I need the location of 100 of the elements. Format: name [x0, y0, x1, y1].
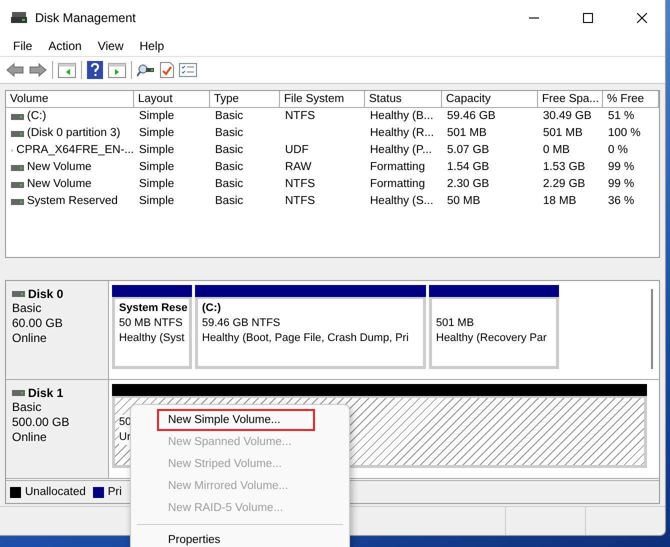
- table-cell-text: Simple: [138, 126, 176, 141]
- back-icon[interactable]: [6, 63, 24, 77]
- table-cell-text: Healthy (B...: [369, 109, 434, 124]
- table-cell-text: 2.30 GB: [446, 177, 490, 192]
- connect-icon[interactable]: [137, 63, 155, 77]
- disk-name: Disk 1: [28, 386, 64, 400]
- action-pane-icon[interactable]: [108, 62, 126, 78]
- menu-item[interactable]: View: [90, 39, 130, 53]
- table-cell-text: 51 %: [607, 109, 636, 124]
- table-cell-text: RAW: [284, 160, 312, 175]
- window-title: Disk Management: [35, 11, 137, 25]
- table-cell-text: 0 %: [607, 143, 629, 158]
- drive-icon: [11, 182, 24, 188]
- legend-label: Pri: [108, 486, 122, 498]
- table-cell-text: NTFS: [284, 177, 316, 192]
- column-header[interactable]: Volume: [6, 91, 134, 108]
- disk-name: Disk 0: [28, 287, 64, 301]
- table-cell-text: CPRA_X64FRE_EN-...: [16, 143, 134, 158]
- forward-icon[interactable]: [29, 63, 47, 77]
- maximize-icon[interactable]: [583, 13, 593, 23]
- drive-icon: [11, 12, 27, 24]
- properties-icon[interactable]: [179, 63, 197, 77]
- table-cell-text: 1.53 GB: [542, 160, 586, 175]
- column-header[interactable]: Type: [210, 91, 280, 108]
- partition-text: Ur: [119, 430, 131, 445]
- partition-text: 50 MB NTFS: [119, 316, 183, 331]
- menu-item[interactable]: Help: [132, 39, 172, 53]
- disk-type: Basic: [12, 301, 42, 316]
- scrollbar[interactable]: [651, 289, 653, 369]
- table-cell-text: 50 MB: [446, 194, 482, 209]
- table-cell-text: 100 %: [607, 126, 642, 141]
- table-cell-text: Basic: [214, 126, 244, 141]
- table-cell-text: 5.07 GB: [446, 143, 490, 158]
- table-cell-text: 59.46 GB: [446, 109, 497, 124]
- console-tree-icon[interactable]: [58, 62, 76, 78]
- table-cell-text: 501 MB: [542, 126, 584, 141]
- drive-icon: [11, 114, 24, 120]
- table-cell-text: New Volume: [27, 160, 92, 175]
- table-cell-text: 18 MB: [542, 194, 578, 209]
- table-cell-text: Simple: [138, 194, 176, 209]
- checklist-icon[interactable]: [160, 62, 174, 78]
- disk-type: Basic: [12, 400, 42, 415]
- table-cell-text: 501 MB: [446, 126, 488, 141]
- table-cell-text: 99 %: [607, 160, 636, 175]
- table-cell-text: 0 MB: [542, 143, 571, 158]
- help-icon[interactable]: [87, 61, 103, 79]
- partition-text: Healthy (Syst: [119, 331, 184, 346]
- table-cell-text: (C:): [27, 109, 46, 124]
- menu-item[interactable]: Properties: [157, 529, 315, 547]
- partition-text: Healthy (Recovery Par: [436, 331, 547, 346]
- table-cell-text: Simple: [138, 109, 176, 124]
- legend-label: Unallocated: [25, 486, 86, 498]
- table-cell-text: Formatting: [369, 177, 426, 192]
- column-header[interactable]: Free Spa...: [538, 91, 603, 108]
- column-header[interactable]: Capacity: [442, 91, 538, 108]
- partition-title: System Rese: [119, 301, 188, 316]
- drive-icon: [12, 291, 25, 297]
- table-cell-text: Formatting: [369, 160, 426, 175]
- disk-size: 60.00 GB: [12, 316, 64, 331]
- menu-item[interactable]: New Simple Volume...: [157, 409, 315, 431]
- table-cell-text: 2.29 GB: [542, 177, 586, 192]
- table-cell-text: System Reserved: [27, 194, 118, 209]
- table-cell-text: UDF: [284, 143, 310, 158]
- table-cell-text: Basic: [214, 177, 244, 192]
- table-cell-text: 36 %: [607, 194, 636, 209]
- partition-panel[interactable]: 501 MB Healthy (Recovery Par: [429, 297, 559, 369]
- menu-item[interactable]: File: [6, 39, 40, 53]
- table-cell-text: NTFS: [284, 109, 316, 124]
- partition-text: 501 MB: [436, 316, 474, 331]
- partition-text: 59.46 GB NTFS: [202, 316, 280, 331]
- table-cell-text: Basic: [214, 160, 244, 175]
- table-cell-text: Healthy (S...: [369, 194, 434, 209]
- table-cell-text: Healthy (R...: [369, 126, 435, 141]
- table-cell-text: NTFS: [284, 194, 316, 209]
- column-header[interactable]: File System: [280, 91, 365, 108]
- drive-icon: [11, 164, 24, 170]
- table-cell-text: Simple: [138, 160, 176, 175]
- drive-icon: [12, 390, 25, 396]
- table-cell-text: Healthy (P...: [369, 143, 433, 158]
- table-cell-text: 99 %: [607, 177, 636, 192]
- table-cell-text: (Disk 0 partition 3): [27, 126, 120, 141]
- column-header[interactable]: Layout: [134, 91, 210, 108]
- table-cell-text: 1.54 GB: [446, 160, 490, 175]
- partition-text: Healthy (Boot, Page File, Crash Dump, Pri: [202, 331, 409, 346]
- column-header[interactable]: Status: [365, 91, 442, 108]
- table-cell-text: Simple: [138, 143, 176, 158]
- drive-icon: [11, 198, 24, 204]
- table-cell-text: Basic: [214, 143, 244, 158]
- close-icon[interactable]: [637, 13, 647, 23]
- partition-panel[interactable]: (C:) 59.46 GB NTFS Healthy (Boot, Page File, Crash Dump, Pri: [195, 297, 426, 369]
- column-header[interactable]: % Free: [603, 91, 659, 108]
- table-cell-text: 30.49 GB: [542, 109, 593, 124]
- disk-status: Online: [12, 430, 48, 445]
- table-cell-text: Simple: [138, 177, 176, 192]
- disk-status: Online: [12, 331, 48, 346]
- disk-size: 500.00 GB: [12, 415, 70, 430]
- drive-icon: [11, 130, 24, 136]
- partition-panel[interactable]: System Rese 50 MB NTFS Healthy (Syst: [112, 297, 192, 369]
- table-cell-text: Basic: [214, 109, 244, 124]
- menu-item[interactable]: Action: [41, 39, 89, 53]
